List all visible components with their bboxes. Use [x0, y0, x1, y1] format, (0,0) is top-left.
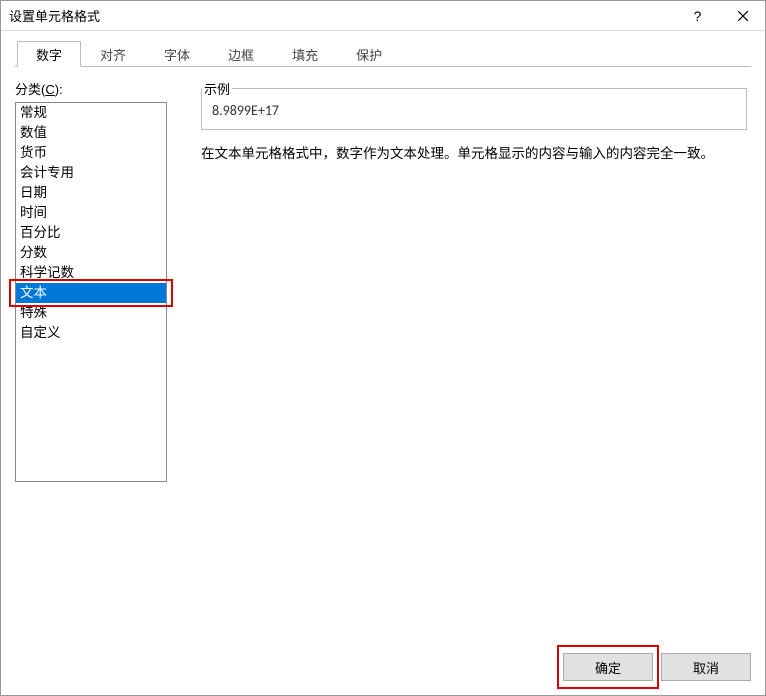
format-description: 在文本单元格格式中，数字作为文本处理。单元格显示的内容与输入的内容完全一致。 — [201, 144, 747, 164]
tab-underline — [15, 66, 751, 67]
tab-1[interactable]: 对齐 — [81, 41, 145, 67]
category-listbox[interactable]: 常规数值货币会计专用日期时间百分比分数科学记数文本特殊自定义 — [15, 102, 167, 482]
titlebar: 设置单元格格式 ? — [1, 1, 765, 31]
window-title: 设置单元格格式 — [9, 6, 675, 25]
dialog-body: 数字对齐字体边框填充保护 分类(C): 常规数值货币会计专用日期时间百分比分数科… — [1, 31, 765, 639]
category-label-suffix: ): — [55, 82, 63, 97]
category-item[interactable]: 时间 — [16, 203, 166, 223]
number-tab-panel: 分类(C): 常规数值货币会计专用日期时间百分比分数科学记数文本特殊自定义 示例… — [15, 67, 751, 631]
example-groupbox: 示例 8.9899E+17 — [201, 79, 747, 130]
format-cells-dialog: 设置单元格格式 ? 数字对齐字体边框填充保护 分类(C): 常规数值货币会计专用… — [0, 0, 766, 696]
category-item[interactable]: 科学记数 — [16, 263, 166, 283]
category-item[interactable]: 自定义 — [16, 323, 166, 343]
cancel-button[interactable]: 取消 — [661, 653, 751, 681]
ok-button[interactable]: 确定 — [563, 653, 653, 681]
category-item[interactable]: 货币 — [16, 143, 166, 163]
tab-strip: 数字对齐字体边框填充保护 — [15, 41, 751, 67]
category-item[interactable]: 文本 — [16, 283, 166, 303]
example-value: 8.9899E+17 — [202, 98, 746, 129]
tab-3[interactable]: 边框 — [209, 41, 273, 67]
category-item[interactable]: 数值 — [16, 123, 166, 143]
category-label-prefix: 分类( — [15, 82, 45, 97]
example-legend: 示例 — [202, 79, 232, 98]
category-item[interactable]: 百分比 — [16, 223, 166, 243]
tab-2[interactable]: 字体 — [145, 41, 209, 67]
category-item[interactable]: 常规 — [16, 103, 166, 123]
category-label-hotkey: C — [45, 82, 54, 97]
dialog-footer: 确定 取消 — [1, 639, 765, 695]
tab-4[interactable]: 填充 — [273, 41, 337, 67]
ok-button-wrap: 确定 — [563, 653, 653, 681]
tab-0[interactable]: 数字 — [17, 41, 81, 67]
category-item[interactable]: 特殊 — [16, 303, 166, 323]
category-item[interactable]: 分数 — [16, 243, 166, 263]
category-listbox-wrap: 常规数值货币会计专用日期时间百分比分数科学记数文本特殊自定义 — [15, 102, 185, 482]
category-item[interactable]: 日期 — [16, 183, 166, 203]
category-label: 分类(C): — [15, 79, 185, 98]
category-item[interactable]: 会计专用 — [16, 163, 166, 183]
tab-5[interactable]: 保护 — [337, 41, 401, 67]
close-icon — [738, 11, 748, 21]
detail-column: 示例 8.9899E+17 在文本单元格格式中，数字作为文本处理。单元格显示的内… — [201, 79, 751, 631]
category-column: 分类(C): 常规数值货币会计专用日期时间百分比分数科学记数文本特殊自定义 — [15, 79, 185, 631]
help-button[interactable]: ? — [675, 1, 720, 31]
close-button[interactable] — [720, 1, 765, 31]
